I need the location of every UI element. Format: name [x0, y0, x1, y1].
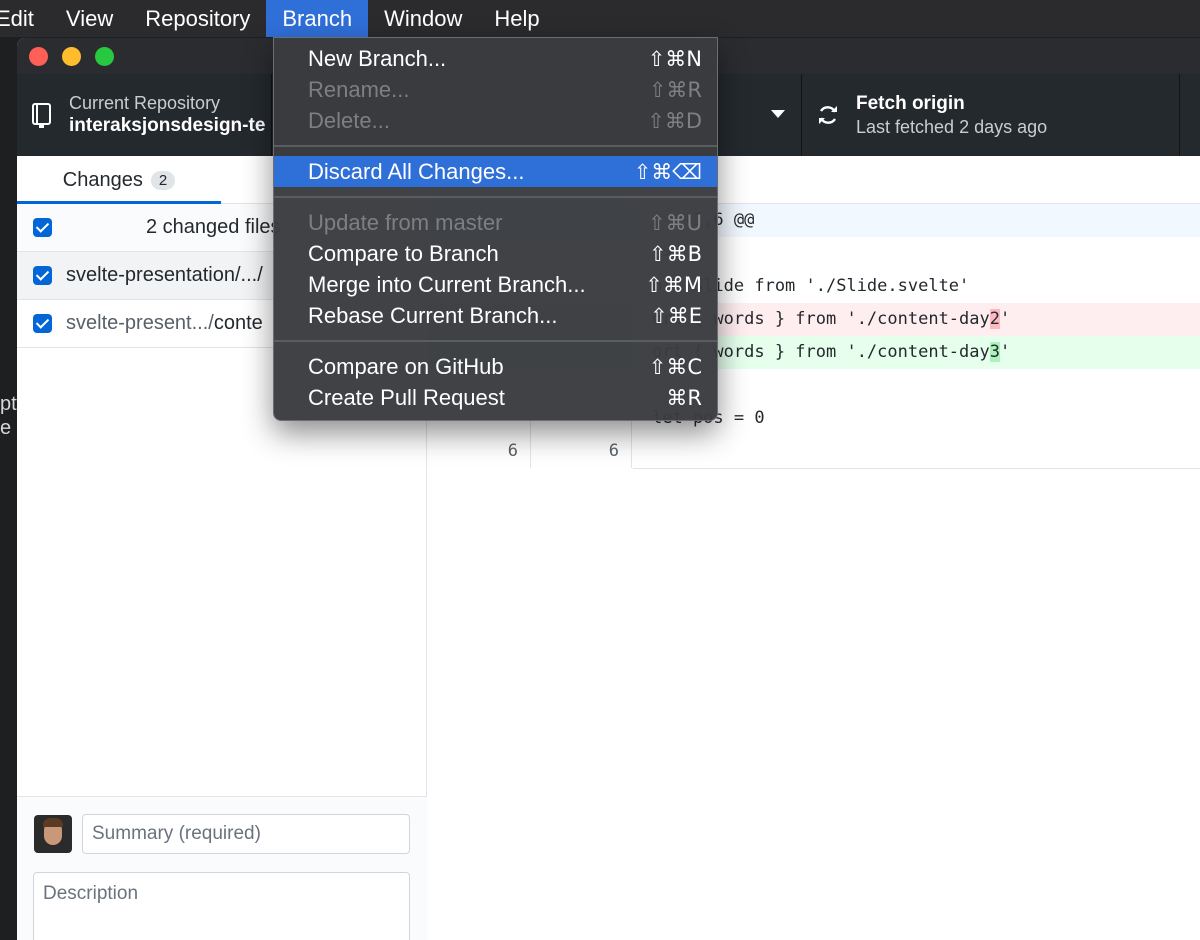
sync-icon	[819, 106, 837, 124]
menu-branch[interactable]: Branch	[266, 0, 369, 37]
current-repository-name: interaksjonsdesign-te	[69, 115, 266, 136]
menu-item-shortcut: ⇧⌘B	[648, 241, 702, 266]
menu-item-new-branch[interactable]: New Branch... ⇧⌘N	[274, 43, 717, 74]
changes-count-badge: 2	[150, 170, 176, 190]
file-path-name: conte	[213, 312, 263, 334]
menu-item-shortcut: ⇧⌘⌫	[633, 159, 702, 184]
diff-code-text: '	[1000, 309, 1011, 329]
fetch-origin-title: Fetch origin	[856, 93, 965, 114]
zoom-window-button[interactable]	[95, 47, 114, 66]
minimize-window-button[interactable]	[62, 47, 81, 66]
changed-files-count: 2 changed files	[146, 216, 281, 238]
menu-item-label: Compare on GitHub	[308, 353, 504, 379]
last-fetched-label: Last fetched 2 days ago	[856, 117, 1048, 137]
menu-item-shortcut: ⌘R	[666, 385, 702, 410]
commit-description-input[interactable]: Description	[33, 872, 410, 940]
menu-item-shortcut: ⇧⌘M	[645, 272, 702, 297]
file-checkbox[interactable]	[33, 314, 52, 333]
menu-item-shortcut: ⇧⌘E	[650, 303, 702, 328]
old-line-number: 6	[507, 441, 518, 461]
diff-end-divider	[633, 468, 1200, 469]
menu-item-shortcut: ⇧⌘C	[648, 354, 702, 379]
menu-window[interactable]: Window	[368, 0, 478, 37]
menu-item-compare-on-github[interactable]: Compare on GitHub ⇧⌘C	[274, 351, 717, 382]
menu-item-label: Rename...	[308, 76, 410, 102]
menu-edit[interactable]: Edit	[0, 0, 50, 37]
file-path-dir: svelte-presentation/.../	[66, 264, 263, 286]
menu-item-label: Delete...	[308, 107, 390, 133]
menu-item-update-from-master: Update from master ⇧⌘U	[274, 207, 717, 238]
menu-item-shortcut: ⇧⌘R	[648, 77, 702, 102]
current-repository-button[interactable]: Current Repository interaksjonsdesign-te	[17, 74, 272, 156]
menu-separator	[274, 145, 717, 147]
menu-item-create-pull-request[interactable]: Create Pull Request ⌘R	[274, 382, 717, 413]
menu-item-discard-all-changes[interactable]: Discard All Changes... ⇧⌘⌫	[274, 156, 717, 187]
menu-item-merge-into-current-branch[interactable]: Merge into Current Branch... ⇧⌘M	[274, 269, 717, 300]
close-window-button[interactable]	[29, 47, 48, 66]
menu-item-label: New Branch...	[308, 45, 447, 71]
chevron-down-icon	[771, 110, 785, 118]
menu-separator	[274, 196, 717, 198]
menu-item-shortcut: ⇧⌘U	[648, 210, 702, 235]
select-all-checkbox[interactable]	[33, 218, 52, 237]
diff-context-line: 6 6	[428, 435, 1200, 468]
tab-changes[interactable]: Changes 2	[17, 156, 221, 205]
menu-item-label: Compare to Branch	[308, 240, 499, 266]
menu-item-rename: Rename... ⇧⌘R	[274, 74, 717, 105]
avatar-hair	[43, 818, 63, 827]
diff-code-text: '	[1000, 342, 1011, 362]
commit-message-area: Summary (required) Description	[17, 796, 427, 940]
file-path-dir: svelte-present.../	[66, 312, 214, 334]
menu-separator	[274, 340, 717, 342]
avatar	[34, 815, 72, 853]
menu-bar: Edit View Repository Branch Window Help	[0, 0, 1200, 37]
commit-summary-input[interactable]: Summary (required)	[82, 814, 410, 854]
current-repository-label: Current Repository	[69, 93, 221, 113]
menu-item-label: Discard All Changes...	[308, 158, 525, 184]
menu-item-shortcut: ⇧⌘D	[647, 108, 702, 133]
file-checkbox[interactable]	[33, 266, 52, 285]
menu-item-rebase-current-branch[interactable]: Rebase Current Branch... ⇧⌘E	[274, 300, 717, 331]
menu-item-shortcut: ⇧⌘N	[647, 46, 702, 71]
menu-item-delete: Delete... ⇧⌘D	[274, 105, 717, 136]
tab-changes-label: Changes	[62, 168, 143, 191]
diff-deleted-mark: 2	[989, 309, 1001, 329]
diff-added-mark: 3	[989, 342, 1001, 362]
menu-item-label: Update from master	[308, 209, 503, 235]
menu-item-label: Rebase Current Branch...	[308, 302, 558, 328]
fetch-origin-button[interactable]: Fetch origin Last fetched 2 days ago	[802, 74, 1180, 156]
diff-code	[632, 435, 1200, 468]
menu-help[interactable]: Help	[478, 0, 555, 37]
menu-view[interactable]: View	[50, 0, 129, 37]
new-line-number: 6	[530, 435, 632, 468]
repo-icon	[32, 103, 51, 128]
menu-item-compare-to-branch[interactable]: Compare to Branch ⇧⌘B	[274, 238, 717, 269]
menu-item-label: Create Pull Request	[308, 384, 505, 410]
menu-repository[interactable]: Repository	[129, 0, 266, 37]
menu-item-label: Merge into Current Branch...	[308, 271, 586, 297]
branch-menu-dropdown: New Branch... ⇧⌘N Rename... ⇧⌘R Delete..…	[273, 37, 718, 421]
